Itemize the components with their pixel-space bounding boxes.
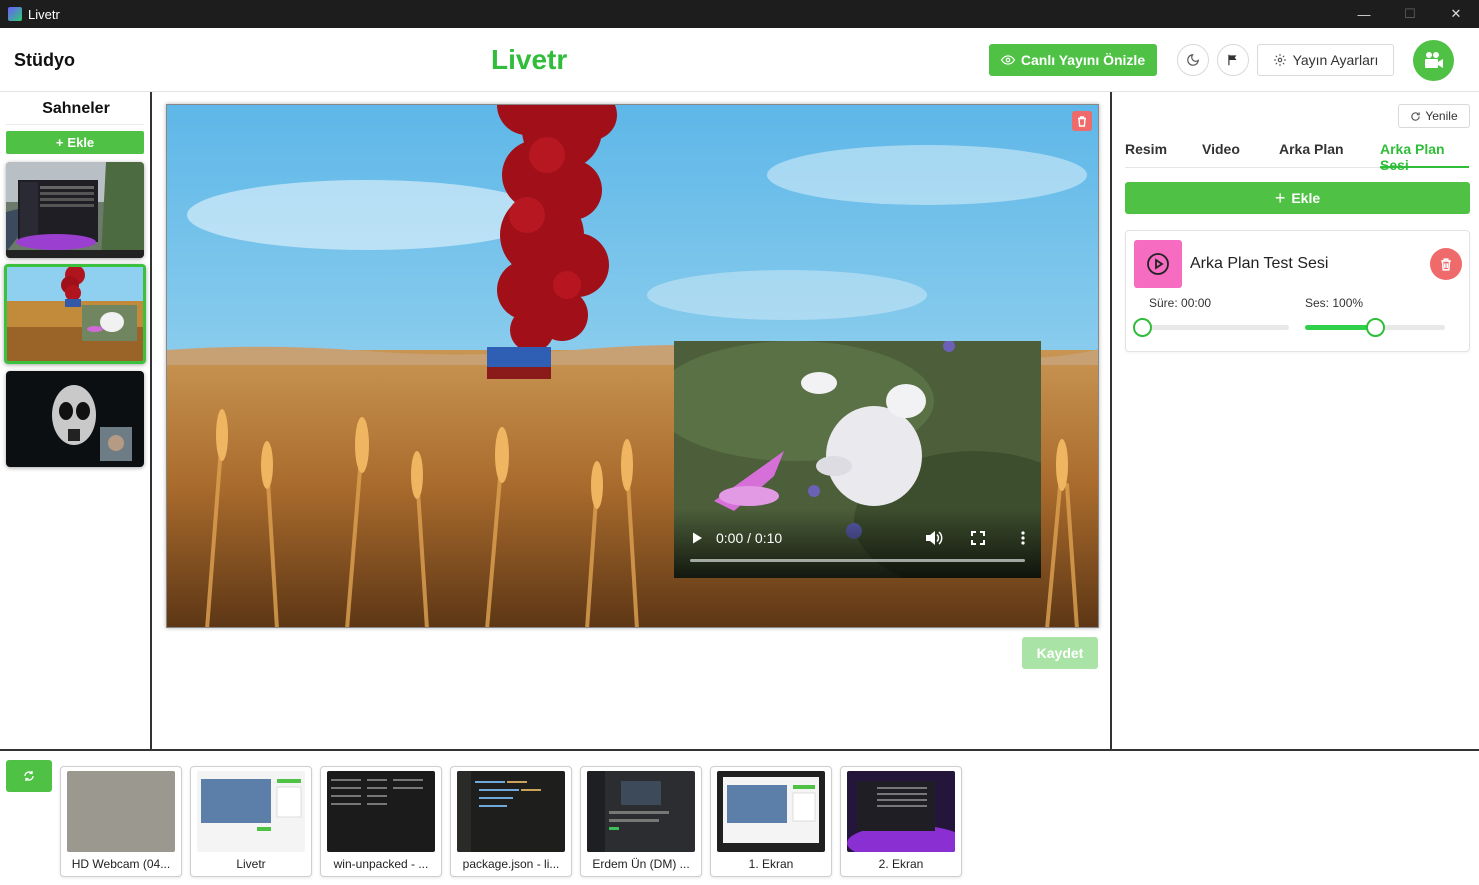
scene-item-ghost[interactable] [6,371,144,467]
app-logo-icon [8,7,22,21]
moon-icon [1187,54,1199,66]
media-panel: Yenile Resim Video Arka Plan Arka Plan S… [1114,92,1479,749]
source-item[interactable]: win-unpacked - ... [320,766,442,877]
source-thumbnail [457,771,565,852]
scene-thumbnail [6,162,144,258]
app-header: Stüdyo Livetr Canlı Yayını Önizle Yayın … [0,28,1479,92]
window-titlebar: Livetr — ☐ ✕ [0,0,1479,28]
volume-icon[interactable] [925,530,943,546]
sound-item: Arka Plan Test Sesi Süre: 00:00 Ses: 100… [1125,230,1470,352]
add-background-sound-button[interactable]: + Ekle [1125,182,1470,214]
source-thumbnail [197,771,305,852]
media-tabs: Resim Video Arka Plan Arka Plan Sesi [1125,138,1469,173]
stream-settings-label: Yayın Ayarları [1292,52,1379,68]
scene-item-field[interactable] [4,264,146,364]
add-media-label: Ekle [1291,190,1321,206]
source-item[interactable]: 1. Ekran [710,766,832,877]
refresh-label: Yenile [1425,109,1458,123]
sources-strip: HD Webcam (04... Livetr win-unpacked - .… [0,749,1479,885]
flag-button[interactable] [1217,44,1249,76]
duration-slider[interactable] [1133,318,1289,337]
stage-area: 0:00 / 0:10 Kaydet [154,92,1112,749]
plus-icon: + [1274,187,1286,208]
trash-icon [1441,257,1451,271]
source-thumbnail [587,771,695,852]
source-item[interactable]: HD Webcam (04... [60,766,182,877]
trash-icon [1078,115,1086,127]
close-icon[interactable]: ✕ [1433,0,1479,28]
fullscreen-icon[interactable] [971,531,985,545]
video-time: 0:00 / 0:10 [716,530,783,546]
maximize-icon[interactable]: ☐ [1387,0,1433,28]
flag-icon [1228,54,1237,66]
scene-item-desktop[interactable] [6,162,144,258]
refresh-icon [24,771,34,781]
minimize-icon[interactable]: — [1341,0,1387,28]
studio-title: Stüdyo [14,50,75,70]
theme-toggle-button[interactable] [1177,44,1209,76]
sound-name: Arka Plan Test Sesi [1190,255,1329,272]
delete-sound-button[interactable] [1430,248,1462,280]
stream-settings-button[interactable]: Yayın Ayarları [1257,44,1394,76]
window-title: Livetr [28,6,60,22]
video-camera-icon [1424,51,1443,68]
scenes-sidebar: Sahneler + Ekle [0,92,152,749]
video-layer[interactable]: 0:00 / 0:10 [674,341,1041,578]
source-thumbnail [847,771,955,852]
refresh-icon [1411,111,1421,121]
scenes-title: Sahneler [42,100,110,117]
duration-label: Süre: 00:00 [1149,296,1212,310]
volume-slider-fill [1305,325,1375,330]
volume-slider-handle[interactable] [1366,318,1385,337]
source-thumbnail [717,771,825,852]
scene-canvas[interactable]: 0:00 / 0:10 [166,104,1099,628]
source-label: HD Webcam (04... [71,857,171,871]
more-options-icon[interactable] [1021,531,1025,545]
scenes-divider [6,124,144,125]
live-preview-label: Canlı Yayını Önizle [1020,52,1146,68]
brand-logo-text: Livetr [491,44,568,75]
plus-icon: + [55,135,64,150]
scene-thumbnail [6,371,144,467]
play-icon[interactable] [690,531,704,545]
source-item[interactable]: Erdem Ün (DM) ... [580,766,702,877]
video-progress-bar[interactable] [690,559,1025,562]
source-label: 2. Ekran [878,857,924,871]
source-thumbnail [67,771,175,852]
video-controls: 0:00 / 0:10 [674,508,1041,578]
refresh-button[interactable]: Yenile [1398,104,1470,128]
live-preview-button[interactable]: Canlı Yayını Önizle [989,44,1157,76]
video-controls-row: 0:00 / 0:10 [690,526,1025,550]
source-item[interactable]: Livetr [190,766,312,877]
source-label: 1. Ekran [748,857,794,871]
play-circle-icon [1147,253,1169,275]
duration-slider-handle[interactable] [1133,318,1152,337]
gear-icon [1273,54,1286,66]
eye-icon [1000,55,1015,65]
volume-label: Ses: 100% [1305,296,1364,310]
tab-arka-plan[interactable]: Arka Plan [1279,141,1344,168]
add-scene-button[interactable]: + Ekle [6,131,144,154]
delete-layer-button[interactable] [1072,111,1092,131]
source-label: package.json - li... [462,857,560,871]
window-controls: — ☐ ✕ [1341,0,1479,28]
start-stream-button[interactable] [1413,40,1454,81]
source-item[interactable]: package.json - li... [450,766,572,877]
volume-slider[interactable] [1305,318,1445,337]
source-label: Erdem Ün (DM) ... [592,857,690,871]
sound-play-button[interactable] [1134,240,1182,288]
tab-video[interactable]: Video [1202,141,1240,168]
refresh-sources-button[interactable] [6,760,52,792]
save-button[interactable]: Kaydet [1022,637,1098,669]
source-label: win-unpacked - ... [333,857,429,871]
source-label: Livetr [236,857,266,871]
tab-resim[interactable]: Resim [1125,141,1167,168]
tab-arka-plan-sesi[interactable]: Arka Plan Sesi [1380,141,1469,173]
source-thumbnail [327,771,435,852]
scene-thumbnail [7,267,143,361]
add-scene-label: Ekle [67,135,95,150]
source-item[interactable]: 2. Ekran [840,766,962,877]
